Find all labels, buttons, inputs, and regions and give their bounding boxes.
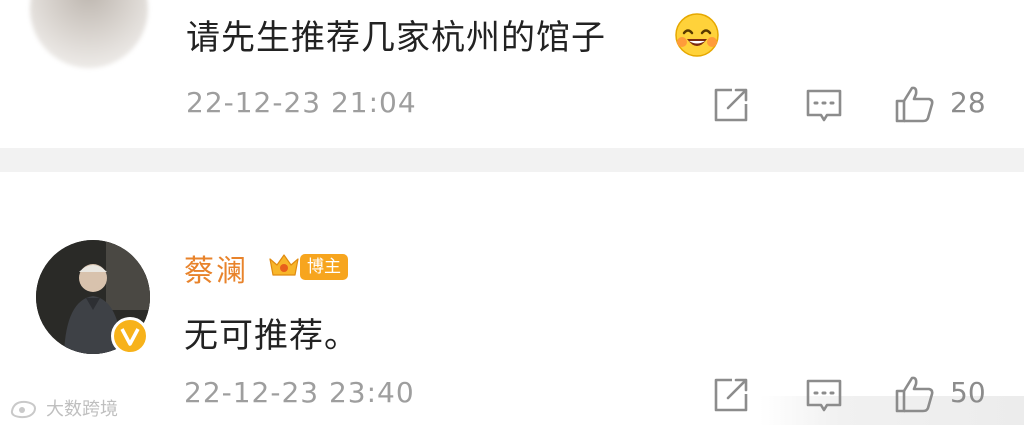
grinning-face-emoji-icon [675, 13, 719, 57]
timestamp: 22-12-23 23:40 [184, 376, 415, 409]
avatar[interactable] [30, 0, 148, 68]
comment-text: 请先生推荐几家杭州的馆子 [186, 18, 606, 58]
verified-v-icon [111, 317, 149, 355]
timestamp: 22-12-23 21:04 [186, 86, 417, 119]
thumbs-up-icon[interactable] [893, 84, 935, 124]
like-count: 50 [950, 376, 986, 409]
watermark: 大数跨境 [8, 395, 118, 421]
comment-text: 无可推荐。 [184, 316, 359, 356]
comment-icon[interactable] [805, 87, 843, 125]
comment-icon[interactable] [805, 377, 843, 415]
share-icon[interactable] [712, 376, 750, 414]
comment-item: 蔡澜 博主 无可推荐。 22-12-23 23:40 50 [0, 172, 1024, 425]
divider [0, 148, 1024, 172]
share-icon[interactable] [712, 86, 750, 124]
blogger-badge: 博主 [300, 254, 348, 280]
weibo-logo-icon [10, 400, 36, 419]
watermark-text: 大数跨境 [46, 399, 118, 420]
like-count: 28 [950, 86, 986, 119]
thumbs-up-icon[interactable] [893, 374, 935, 414]
comment-item: 请先生推荐几家杭州的馆子 22-12-23 21:04 28 [0, 0, 1024, 148]
username[interactable]: 蔡澜 [184, 246, 248, 290]
